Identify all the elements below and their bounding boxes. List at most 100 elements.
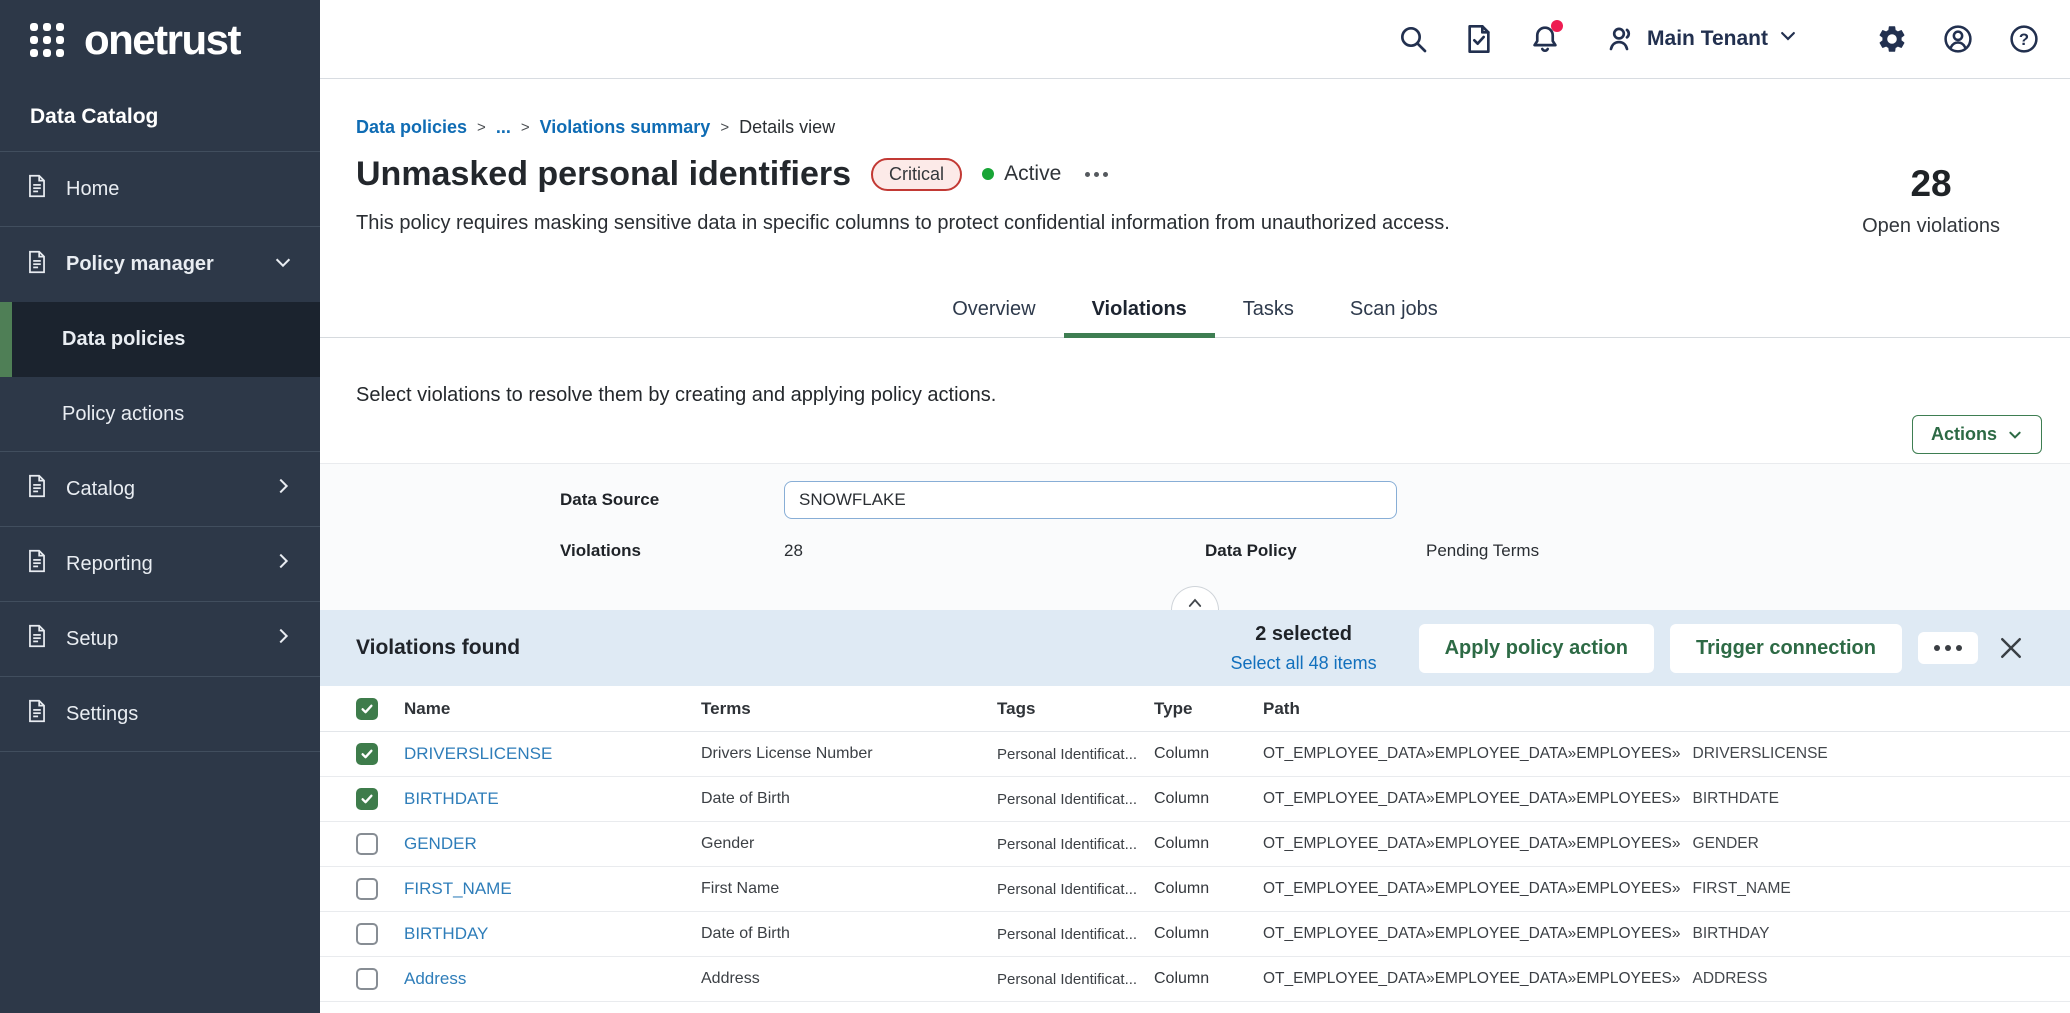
data-source-input[interactable] (784, 481, 1397, 519)
breadcrumb-violations-summary[interactable]: Violations summary (540, 117, 711, 138)
row-checkbox[interactable] (356, 833, 378, 855)
table-row: GENDER Gender Personal Identificat... Co… (320, 822, 2070, 867)
table-row: Address Address Personal Identificat... … (320, 957, 2070, 1002)
violations-found-title: Violations found (356, 636, 520, 660)
sidebar-item-policy-actions[interactable]: Policy actions (0, 377, 320, 452)
breadcrumb-data-policies[interactable]: Data policies (356, 117, 467, 138)
row-checkbox[interactable] (356, 878, 378, 900)
sidebar-item-label: Policy manager (66, 253, 214, 276)
notifications-bell-icon[interactable] (1529, 23, 1561, 55)
row-type: Column (1154, 880, 1263, 898)
page-head-left: Data policies > ... > Violations summary… (356, 117, 1450, 238)
sidebar-item-label: Policy actions (62, 403, 184, 426)
active-status-dot-icon (982, 168, 994, 180)
column-header-type[interactable]: Type (1154, 699, 1263, 719)
row-terms: Date of Birth (701, 790, 997, 808)
row-tags: Personal Identificat... (997, 971, 1154, 988)
collapse-panel-button[interactable] (1171, 586, 1219, 610)
row-terms: Drivers License Number (701, 745, 997, 763)
table-row: BIRTHDATE Date of Birth Personal Identif… (320, 777, 2070, 822)
more-actions-icon[interactable] (1081, 168, 1112, 181)
tab-scan-jobs[interactable]: Scan jobs (1322, 284, 1466, 337)
document-icon (24, 473, 50, 505)
document-icon (24, 623, 50, 655)
table-row: BIRTHDAY Date of Birth Personal Identifi… (320, 912, 2070, 957)
sidebar-item-label: Reporting (66, 553, 153, 576)
column-header-tags[interactable]: Tags (997, 699, 1154, 719)
help-icon[interactable]: ? (2008, 23, 2040, 55)
sidebar-item-reporting[interactable]: Reporting (0, 527, 320, 602)
breadcrumb-separator: > (477, 119, 486, 136)
sidebar-item-catalog[interactable]: Catalog (0, 452, 320, 527)
sidebar-item-label: Data policies (62, 328, 185, 351)
column-header-name[interactable]: Name (404, 699, 701, 719)
row-terms: Gender (701, 835, 997, 853)
row-name-link[interactable]: BIRTHDAY (404, 924, 701, 944)
brand-logo[interactable]: onetrust (0, 0, 320, 79)
sidebar-item-label: Catalog (66, 478, 135, 501)
row-name-link[interactable]: DRIVERSLICENSE (404, 744, 701, 764)
tab-tasks[interactable]: Tasks (1215, 284, 1322, 337)
row-name-link[interactable]: GENDER (404, 834, 701, 854)
document-icon (24, 698, 50, 730)
sidebar-item-settings[interactable]: Settings (0, 677, 320, 752)
more-options-icon[interactable] (1918, 632, 1978, 664)
tab-overview[interactable]: Overview (924, 284, 1063, 337)
tenant-person-icon (1605, 23, 1637, 55)
column-header-terms[interactable]: Terms (701, 699, 997, 719)
close-icon[interactable] (1996, 633, 2026, 663)
trigger-connection-button[interactable]: Trigger connection (1670, 624, 1902, 673)
sidebar-item-policy-manager[interactable]: Policy manager (0, 227, 320, 302)
row-path: OT_EMPLOYEE_DATA»EMPLOYEE_DATA»EMPLOYEES… (1263, 790, 2070, 808)
row-type: Column (1154, 835, 1263, 853)
chevron-right-icon (272, 475, 294, 503)
row-checkbox[interactable] (356, 788, 378, 810)
tab-violations[interactable]: Violations (1064, 284, 1215, 337)
sidebar-item-home[interactable]: Home (0, 152, 320, 227)
row-tags: Personal Identificat... (997, 926, 1154, 943)
severity-badge: Critical (871, 158, 962, 191)
gear-icon[interactable] (1876, 23, 1908, 55)
sidebar-item-label: Setup (66, 628, 118, 651)
account-icon[interactable] (1942, 23, 1974, 55)
row-path: OT_EMPLOYEE_DATA»EMPLOYEE_DATA»EMPLOYEES… (1263, 880, 2070, 898)
column-header-path[interactable]: Path (1263, 699, 2070, 719)
apply-policy-action-button[interactable]: Apply policy action (1419, 624, 1654, 673)
row-checkbox[interactable] (356, 923, 378, 945)
row-name-link[interactable]: BIRTHDATE (404, 789, 701, 809)
instruction-text: Select violations to resolve them by cre… (356, 384, 2070, 407)
actions-button-label: Actions (1931, 424, 1997, 445)
row-name-link[interactable]: Address (404, 969, 701, 989)
app-launcher-icon[interactable] (30, 23, 64, 57)
chevron-down-icon (272, 251, 294, 279)
row-checkbox[interactable] (356, 743, 378, 765)
chevron-down-icon (2007, 427, 2023, 443)
document-check-icon[interactable] (1463, 23, 1495, 55)
select-all-checkbox[interactable] (356, 698, 378, 720)
tenant-switcher[interactable]: Main Tenant (1605, 23, 1798, 55)
sidebar-item-data-policies[interactable]: Data policies (0, 302, 320, 377)
row-type: Column (1154, 970, 1263, 988)
selection-bar: Violations found 2 selected Select all 4… (320, 610, 2070, 686)
sidebar-item-setup[interactable]: Setup (0, 602, 320, 677)
breadcrumb: Data policies > ... > Violations summary… (356, 117, 1450, 138)
row-path: OT_EMPLOYEE_DATA»EMPLOYEE_DATA»EMPLOYEES… (1263, 970, 2070, 988)
row-terms: Address (701, 970, 997, 988)
row-path: OT_EMPLOYEE_DATA»EMPLOYEE_DATA»EMPLOYEES… (1263, 745, 2070, 763)
actions-button[interactable]: Actions (1912, 415, 2042, 454)
search-icon[interactable] (1397, 23, 1429, 55)
row-terms: Date of Birth (701, 925, 997, 943)
breadcrumb-ellipsis[interactable]: ... (496, 117, 511, 138)
row-name-link[interactable]: FIRST_NAME (404, 879, 701, 899)
chevron-up-icon (1186, 596, 1204, 610)
table-row: DRIVERSLICENSE Drivers License Number Pe… (320, 732, 2070, 777)
page-title: Unmasked personal identifiers (356, 155, 851, 194)
violations-value: 28 (784, 541, 1205, 561)
tenant-label: Main Tenant (1647, 27, 1768, 51)
chevron-right-icon (272, 625, 294, 653)
row-checkbox[interactable] (356, 968, 378, 990)
select-all-link[interactable]: Select all 48 items (1231, 653, 1377, 674)
document-icon (24, 249, 50, 281)
data-policy-label: Data Policy (1205, 541, 1426, 561)
breadcrumb-separator: > (521, 119, 530, 136)
